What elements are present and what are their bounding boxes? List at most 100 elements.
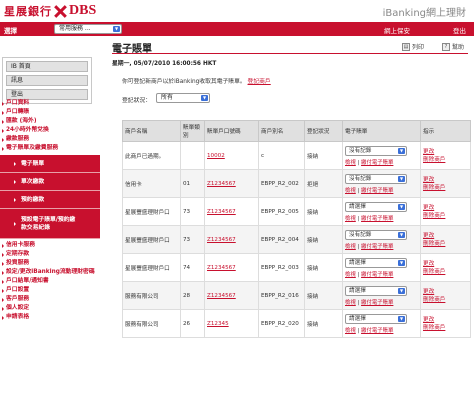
ebill-links: 檢視 | 繳付電子賬單	[345, 242, 418, 250]
pay-ebill-link[interactable]: 繳付電子賬單	[361, 272, 393, 278]
sidebar-nav-item[interactable]: 定期存款	[0, 250, 100, 259]
merchant-alias: EBPP_R2_003	[258, 253, 305, 282]
sidebar-nav-item[interactable]: 個人設定	[0, 304, 100, 313]
actions-cell: 更改 刪除商戶	[420, 169, 471, 198]
sidebar-nav-item[interactable]: 信用卡服務	[0, 241, 100, 250]
sidebar-nav-item[interactable]: 客戶服務	[0, 295, 100, 304]
registration-status: 接納	[304, 309, 343, 338]
bill-type: 73	[180, 197, 205, 226]
dropdown-arrow-icon: ▼	[201, 95, 208, 101]
ebill-select[interactable]: 請選擇 ▼	[345, 285, 407, 296]
merchant-alias: EBPP_R2_016	[258, 281, 305, 310]
view-ebill-link[interactable]: 檢視	[345, 160, 356, 166]
account-number-link[interactable]: Z12345	[207, 321, 229, 327]
delete-merchant-link[interactable]: 刪除商戶	[423, 296, 468, 304]
pay-ebill-link[interactable]: 繳付電子賬單	[361, 300, 393, 306]
account-number-link[interactable]: Z1234567	[207, 209, 236, 215]
register-merchant-link[interactable]: 登記商戶	[248, 79, 271, 85]
ebill-cell: 沒有記錄 ▼ 檢視 | 繳付電子賬單	[342, 141, 421, 170]
edit-merchant-link[interactable]: 更改	[423, 148, 468, 156]
merchant-name: 服務有限公司	[122, 281, 181, 310]
bill-type	[180, 141, 205, 170]
dropdown-arrow-icon: ▼	[398, 259, 405, 266]
edit-merchant-link[interactable]: 更改	[423, 260, 468, 268]
service-select[interactable]: 常用服務 ... ▼	[54, 24, 122, 34]
account-number-link[interactable]: Z1234567	[207, 293, 236, 299]
sidebar-subnav-item[interactable]: 單次繳款	[0, 173, 100, 191]
pay-ebill-link[interactable]: 繳付電子賬單	[361, 216, 393, 222]
sidebar-nav-item[interactable]: 投資服務	[0, 259, 100, 268]
help-button[interactable]: ? 幫助	[442, 42, 464, 51]
delete-merchant-link[interactable]: 刪除商戶	[423, 268, 468, 276]
account-number-link[interactable]: Z1234567	[207, 237, 236, 243]
intro-sentence: 你可登記新商戶以於iBanking收取其電子賬單。	[122, 79, 246, 85]
pay-ebill-link[interactable]: 繳付電子賬單	[361, 328, 393, 334]
pay-ebill-link[interactable]: 繳付電子賬單	[361, 244, 393, 250]
sidebar-nav-item[interactable]: 戶口轉賬	[0, 108, 100, 117]
ebill-select-value: 請選擇	[349, 315, 366, 322]
edit-merchant-link[interactable]: 更改	[423, 204, 468, 212]
ebill-select[interactable]: 請選擇 ▼	[345, 201, 407, 212]
sidebar-nav-item[interactable]: 戶口設置	[0, 286, 100, 295]
delete-merchant-link[interactable]: 刪除商戶	[423, 156, 468, 164]
title-divider	[112, 53, 468, 54]
ebill-select[interactable]: 請選擇 ▼	[345, 313, 407, 324]
sidebar-nav-item[interactable]: 設定/更改iBanking流動理財密碼	[0, 268, 100, 277]
edit-merchant-link[interactable]: 更改	[423, 288, 468, 296]
column-header: 指示	[420, 120, 471, 142]
sidebar-nav-item[interactable]: 電子賬單及繳費服務	[0, 144, 100, 153]
view-ebill-link[interactable]: 檢視	[345, 244, 356, 250]
actions-cell: 更改 刪除商戶	[420, 253, 471, 282]
ebill-select[interactable]: 沒有記錄 ▼	[345, 173, 407, 184]
ebill-select[interactable]: 沒有記錄 ▼	[345, 229, 407, 240]
merchant-name: 星展豐盛理財戶口	[122, 197, 181, 226]
view-ebill-link[interactable]: 檢視	[345, 188, 356, 194]
dbs-logo[interactable]: 星展銀行 DBS	[4, 3, 96, 18]
delete-merchant-link[interactable]: 刪除商戶	[423, 240, 468, 248]
sidebar-subnav-item[interactable]: 預設電子賬單/預約繳款交易紀錄	[0, 209, 100, 239]
sidebar-nav-item[interactable]: 戶口結單/通知書	[0, 277, 100, 286]
view-ebill-link[interactable]: 檢視	[345, 328, 356, 334]
pay-ebill-link[interactable]: 繳付電子賬單	[361, 160, 393, 166]
sidebar-nav-item[interactable]: 24小時外幣兌換	[0, 126, 100, 135]
edit-merchant-link[interactable]: 更改	[423, 316, 468, 324]
account-number-link[interactable]: Z1234567	[207, 265, 236, 271]
sidebar-quick-item[interactable]: IB 首頁	[6, 61, 88, 72]
delete-merchant-link[interactable]: 刪除商戶	[423, 324, 468, 332]
sidebar-nav-item[interactable]: 匯款 (海外)	[0, 117, 100, 126]
sidebar-nav-item[interactable]: 繳款服務	[0, 135, 100, 144]
edit-merchant-link[interactable]: 更改	[423, 232, 468, 240]
print-button[interactable]: ▤ 列印	[402, 42, 424, 51]
merchant-name: 此商戶已過期。	[122, 141, 181, 170]
view-ebill-link[interactable]: 檢視	[345, 272, 356, 278]
table-row: 星展豐盛理財戶口 73 Z1234567 EBPP_R2_004 接納 沒有記錄 ▼ 檢視 |…	[122, 225, 471, 254]
sidebar-nav-item[interactable]: 申請表格	[0, 313, 100, 322]
ebill-select[interactable]: 沒有記錄 ▼	[345, 145, 407, 156]
table-row: 此商戶已過期。 10002 c 接納 沒有記錄 ▼ 檢視 | 繳付電子賬單 更改 刪除商戶	[122, 141, 471, 170]
view-ebill-link[interactable]: 檢視	[345, 216, 356, 222]
sidebar-nav-item[interactable]: 戶口資料	[0, 99, 100, 108]
status-filter-label: 登記狀況：	[122, 98, 151, 104]
ebill-table: 商戶名稱 賬單類別 賬單戶口號碼 商戶別名 登記狀況 電子賬單 指示 此商戶已過期。 1000…	[122, 120, 471, 338]
dropdown-arrow-icon: ▼	[398, 231, 405, 238]
account-number-link[interactable]: Z1234567	[207, 181, 236, 187]
delete-merchant-link[interactable]: 刪除商戶	[423, 184, 468, 192]
view-ebill-link[interactable]: 檢視	[345, 300, 356, 306]
edit-merchant-link[interactable]: 更改	[423, 176, 468, 184]
logout-link[interactable]: 登出	[453, 25, 466, 35]
merchant-alias: c	[258, 141, 305, 170]
security-link[interactable]: 網上保安	[384, 25, 410, 35]
delete-merchant-link[interactable]: 刪除商戶	[423, 212, 468, 220]
ebill-select[interactable]: 請選擇 ▼	[345, 257, 407, 268]
registration-status: 接納	[304, 281, 343, 310]
pay-ebill-link[interactable]: 繳付電子賬單	[361, 188, 393, 194]
main-content: 電子賬單 ▤ 列印 ? 幫助 星期一, 05/07/2010 16:00:56 …	[112, 36, 474, 413]
sidebar-subnav-item[interactable]: 電子賬單	[0, 155, 100, 173]
status-filter-select[interactable]: 所有 ▼	[156, 93, 210, 103]
account-number-cell: 10002	[204, 141, 259, 170]
account-number-cell: Z12345	[204, 309, 259, 338]
sidebar-subnav-item[interactable]: 預約繳款	[0, 191, 100, 209]
ebill-links: 檢視 | 繳付電子賬單	[345, 298, 418, 306]
account-number-link[interactable]: 10002	[207, 153, 225, 159]
sidebar-quick-item[interactable]: 訊息	[6, 75, 88, 86]
